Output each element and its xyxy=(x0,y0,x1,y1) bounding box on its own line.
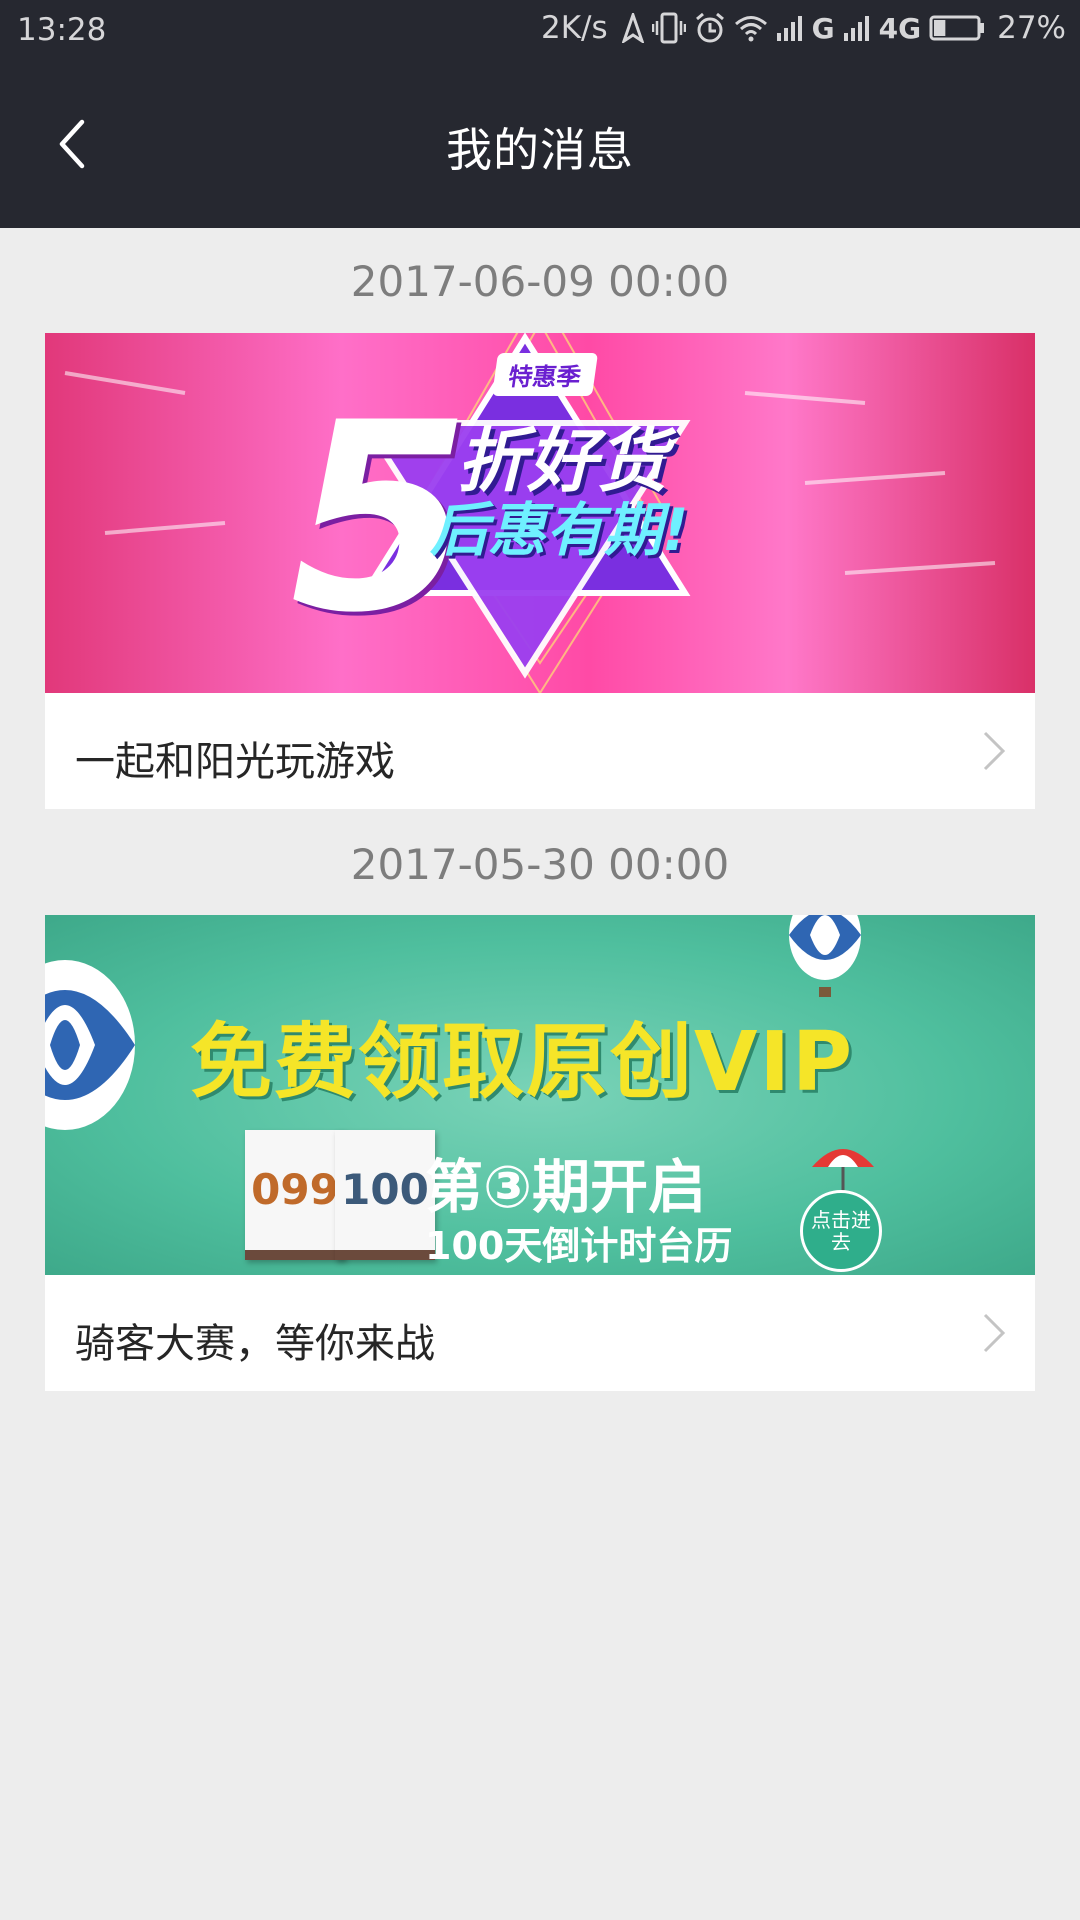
hot-air-balloon-icon xyxy=(45,960,135,1130)
battery-percent: 27% xyxy=(997,10,1066,46)
calendar-page: 100 xyxy=(335,1130,435,1260)
chevron-right-icon xyxy=(983,731,1006,771)
signal-icon xyxy=(843,15,871,41)
promo-banner: 免费领取原创VIP 099 100 第③期开启 100天倒计时台历 点击进去 xyxy=(45,915,1035,1275)
screen: 13:28 2K/s G 4G 27% 我的消息 2017-06-09 00:0… xyxy=(0,0,1080,1920)
wifi-icon xyxy=(734,14,768,42)
signal-1-label: G xyxy=(811,11,835,45)
banner-headline: 免费领取原创VIP xyxy=(190,1015,855,1110)
banner-line-2: 后惠有期! xyxy=(430,496,689,564)
calendar-page: 099 xyxy=(245,1130,345,1260)
chevron-right-icon xyxy=(983,1313,1006,1353)
message-card[interactable]: 5 特惠季 折好货 后惠有期! 一起和阳光玩游戏 xyxy=(45,333,1035,809)
message-time: 2017-06-09 00:00 xyxy=(350,257,730,306)
navigation-icon xyxy=(621,13,644,43)
message-card[interactable]: 免费领取原创VIP 099 100 第③期开启 100天倒计时台历 点击进去 骑… xyxy=(45,915,1035,1391)
banner-tag: 特惠季 xyxy=(491,353,599,396)
page-title: 我的消息 xyxy=(446,123,634,177)
umbrella-icon xyxy=(812,1149,874,1195)
status-time: 13:28 xyxy=(17,12,107,48)
message-title: 一起和阳光玩游戏 xyxy=(75,739,395,785)
alarm-icon xyxy=(694,12,726,44)
network-speed: 2K/s xyxy=(540,10,608,46)
status-bar: 13:28 2K/s G 4G 27% xyxy=(0,0,1080,62)
message-time: 2017-05-30 00:00 xyxy=(350,840,730,889)
signal-2-label: 4G xyxy=(878,11,922,45)
message-title: 骑客大赛，等你来战 xyxy=(75,1321,435,1367)
banner-subline-2: 100天倒计时台历 xyxy=(425,1224,733,1268)
message-row[interactable]: 骑客大赛，等你来战 xyxy=(45,1275,1035,1391)
hot-air-balloon-icon xyxy=(789,915,861,997)
header-bar: 我的消息 xyxy=(0,62,1080,228)
signal-icon xyxy=(776,15,804,41)
vibrate-icon xyxy=(651,12,686,44)
status-icons: 2K/s G 4G 27% xyxy=(541,10,1066,46)
banner-badge: 点击进去 xyxy=(800,1190,882,1272)
battery-icon xyxy=(929,15,985,41)
banner-subline-1: 第③期开启 xyxy=(425,1153,707,1221)
promo-banner: 5 特惠季 折好货 后惠有期! xyxy=(45,333,1035,693)
message-row[interactable]: 一起和阳光玩游戏 xyxy=(45,693,1035,809)
